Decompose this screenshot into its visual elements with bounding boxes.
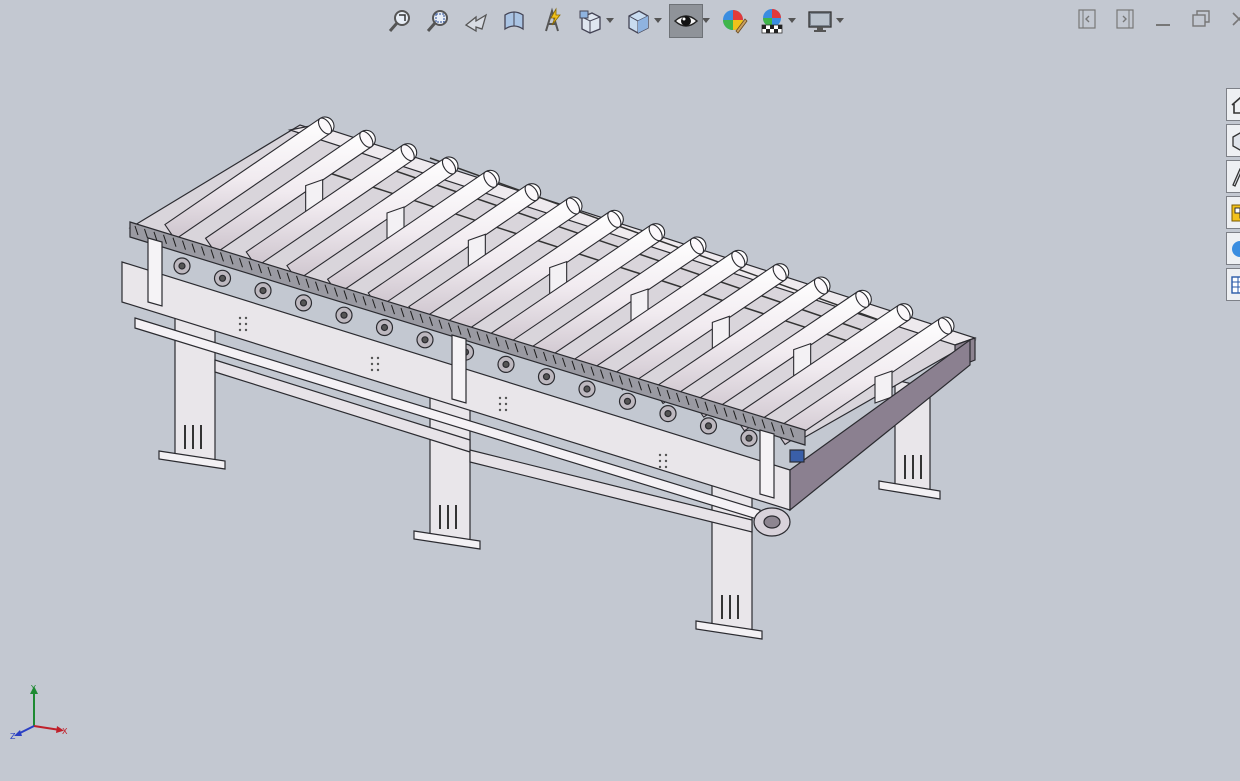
bolt-hole bbox=[244, 328, 248, 332]
zoom-to-fit-icon[interactable] bbox=[383, 4, 417, 38]
tile-left-icon[interactable] bbox=[1074, 6, 1100, 32]
tile-right-icon[interactable] bbox=[1112, 6, 1138, 32]
window-controls bbox=[1074, 6, 1240, 32]
bolt-hole bbox=[664, 459, 668, 463]
view-orientation-icon[interactable] bbox=[573, 4, 607, 38]
bolt-hole bbox=[376, 368, 380, 372]
bolt-hole bbox=[370, 368, 374, 372]
eye-icon[interactable] bbox=[669, 4, 703, 38]
bolt-hole bbox=[658, 453, 662, 457]
bolt-hole bbox=[498, 408, 502, 412]
display-style-icon[interactable] bbox=[621, 4, 655, 38]
post-plate bbox=[759, 429, 775, 499]
zoom-to-area-icon[interactable] bbox=[421, 4, 455, 38]
bolt-hole bbox=[238, 328, 242, 332]
home-icon[interactable] bbox=[1226, 88, 1240, 121]
restore-icon[interactable] bbox=[1188, 6, 1214, 32]
triad-x-label: X bbox=[62, 727, 68, 736]
sprocket-hub bbox=[542, 373, 551, 381]
sprocket-hub bbox=[299, 299, 308, 307]
bolt-hole bbox=[504, 408, 508, 412]
control-box bbox=[789, 449, 805, 463]
motor-shaft bbox=[763, 515, 781, 529]
bolt-hole bbox=[244, 322, 248, 326]
bolt-hole bbox=[658, 465, 662, 469]
bolt-hole bbox=[376, 356, 380, 360]
sprocket-hub bbox=[380, 323, 389, 332]
file-explorer-icon[interactable] bbox=[1226, 160, 1240, 193]
sprocket-hub bbox=[421, 336, 429, 344]
sprocket-hub bbox=[704, 422, 713, 430]
task-pane-tabs bbox=[1226, 88, 1240, 304]
apply-scene-icon[interactable] bbox=[755, 4, 789, 38]
close-icon[interactable] bbox=[1226, 6, 1240, 32]
sprocket-hub bbox=[623, 397, 632, 405]
sprocket-hub bbox=[745, 434, 753, 442]
sprocket-hub bbox=[340, 311, 348, 319]
bolt-hole bbox=[504, 396, 508, 400]
bolt-hole bbox=[370, 356, 374, 360]
previous-view-icon[interactable] bbox=[459, 4, 493, 38]
appearances-icon[interactable] bbox=[1226, 232, 1240, 265]
sprocket-hub bbox=[218, 274, 227, 282]
monitor-icon[interactable] bbox=[803, 4, 837, 38]
bolt-hole bbox=[664, 453, 668, 457]
bolt-hole bbox=[370, 362, 374, 366]
minimize-icon[interactable] bbox=[1150, 6, 1176, 32]
bolt-hole bbox=[498, 402, 502, 406]
bolt-hole bbox=[498, 396, 502, 400]
post-plate bbox=[147, 237, 163, 307]
graphics-area[interactable]: Y X Z bbox=[0, 0, 1240, 781]
bolt-hole bbox=[238, 316, 242, 320]
design-library-icon[interactable] bbox=[1226, 124, 1240, 157]
triad-z-label: Z bbox=[10, 732, 16, 741]
post-plate bbox=[451, 334, 467, 404]
bolt-hole bbox=[504, 402, 508, 406]
bolt-hole bbox=[376, 362, 380, 366]
roller-conveyor-model[interactable] bbox=[0, 0, 1240, 781]
bolt-hole bbox=[658, 459, 662, 463]
sprocket-hub bbox=[259, 287, 267, 295]
edit-appearance-icon[interactable] bbox=[717, 4, 751, 38]
sprocket-hub bbox=[502, 360, 510, 368]
triad-y-label: Y bbox=[30, 684, 36, 693]
bolt-hole bbox=[244, 316, 248, 320]
custom-properties-icon[interactable] bbox=[1226, 268, 1240, 301]
bolt-hole bbox=[664, 465, 668, 469]
dynamic-annotation-icon[interactable] bbox=[535, 4, 569, 38]
sprocket-hub bbox=[664, 410, 672, 418]
section-view-icon[interactable] bbox=[497, 4, 531, 38]
sprocket-hub bbox=[178, 262, 186, 270]
coordinate-triad: Y X Z bbox=[8, 682, 78, 742]
sprocket-hub bbox=[583, 385, 591, 393]
heads-up-view-toolbar bbox=[383, 2, 851, 40]
bolt-hole bbox=[238, 322, 242, 326]
view-palette-icon[interactable] bbox=[1226, 196, 1240, 229]
